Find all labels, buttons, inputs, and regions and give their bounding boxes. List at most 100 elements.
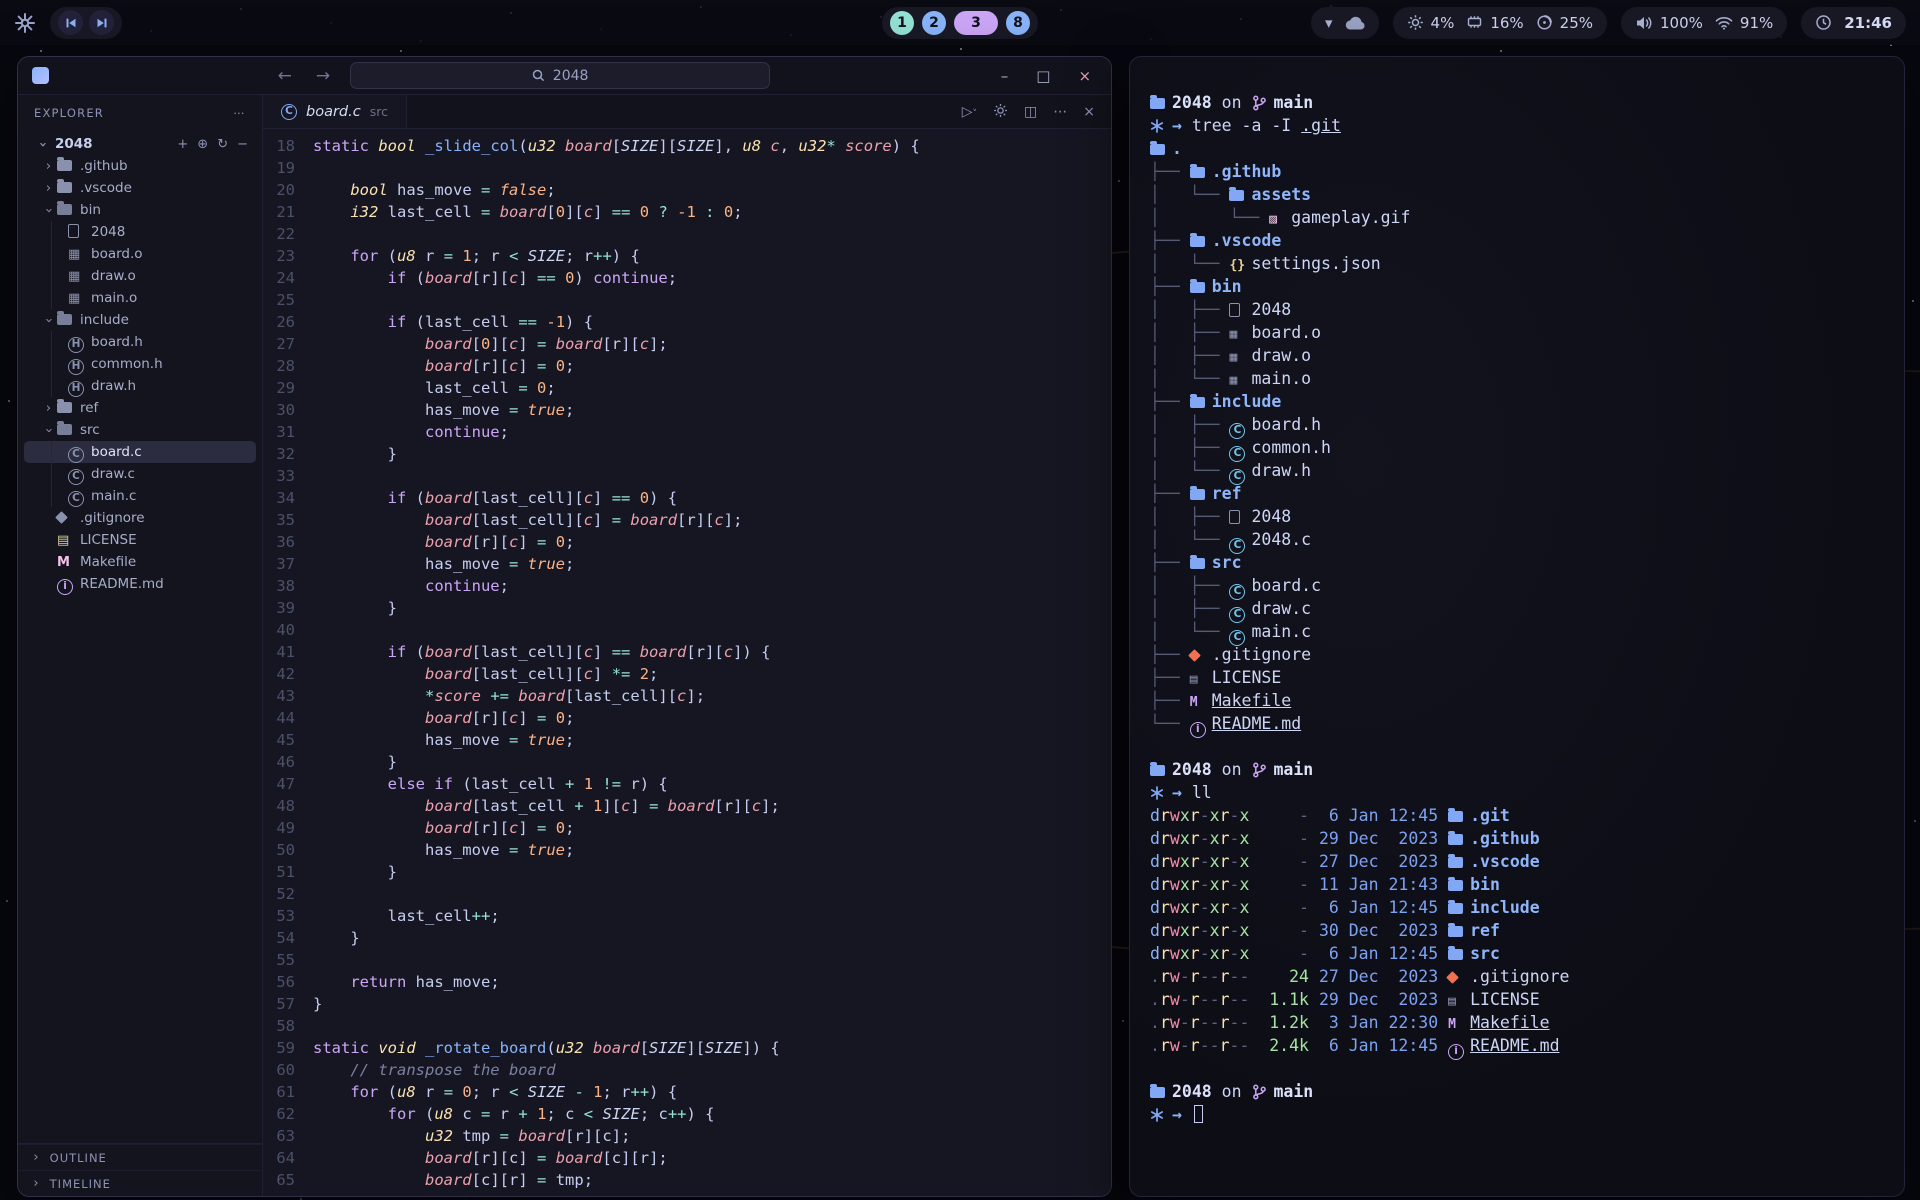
more-actions-icon[interactable]: ⋯ (1053, 104, 1067, 120)
media-previous-icon[interactable] (58, 10, 83, 35)
sidebar-item-board.c[interactable]: Cboard.c (24, 441, 256, 463)
sidebar-item-ref[interactable]: ›ref (24, 397, 256, 419)
binary-icon: ▦ (1229, 321, 1251, 346)
wifi-value: 91% (1740, 14, 1773, 32)
refresh-icon[interactable]: ↻ (217, 137, 228, 152)
sidebar-item-common.h[interactable]: Hcommon.h (24, 353, 256, 375)
wifi-icon (1715, 16, 1733, 30)
ls-entry: drwxr-xr-x - 29 Dec 2023 .github (1150, 827, 1888, 850)
close-button[interactable]: × (1072, 67, 1097, 85)
snowflake-icon (1150, 781, 1172, 804)
split-editor-icon[interactable]: ◫ (1024, 104, 1037, 120)
outline-section[interactable]: › OUTLINE (18, 1144, 262, 1170)
folder-icon (1448, 804, 1470, 827)
clock-widget[interactable]: 21:46 (1801, 7, 1906, 39)
volume-control[interactable]: 100% (1635, 14, 1703, 32)
tree-entry: │ └── {}settings.json (1150, 252, 1888, 275)
explorer-tree: ›2048+⊕↻−›.github›.vscode›bin2048▦board.… (18, 131, 262, 1143)
sidebar-item-label: 2048 (91, 224, 125, 240)
sidebar-item-Makefile[interactable]: ›MMakefile (24, 551, 256, 573)
readme-icon: i (57, 574, 76, 595)
memory-stat[interactable]: 16% (1466, 14, 1523, 32)
chevron-icon: › (40, 181, 57, 196)
ls-entry: .rw-r--r-- 24 27 Dec 2023 .gitignore (1150, 965, 1888, 988)
sidebar-item-.vscode[interactable]: ›.vscode (24, 177, 256, 199)
code-line: 63 u32 tmp = board[r][c]; (263, 1125, 1111, 1147)
workspace-1[interactable]: 1 (890, 11, 914, 35)
code-area[interactable]: 18static bool _slide_col(u32 board[SIZE]… (263, 129, 1111, 1196)
folder-icon (57, 158, 76, 174)
run-icon[interactable]: ▷˅ (962, 104, 977, 120)
settings-gear-icon[interactable] (993, 103, 1008, 120)
file-icon (1229, 505, 1251, 528)
workspace-2[interactable]: 2 (922, 11, 946, 35)
sidebar-item-LICENSE[interactable]: ›▤LICENSE (24, 529, 256, 551)
tab-board-c[interactable]: C board.c src (263, 95, 407, 128)
tree-entry: ├── src (1150, 551, 1888, 574)
code-line: 22 (263, 223, 1111, 245)
new-folder-icon[interactable]: ⊕ (197, 137, 208, 152)
disk-stat[interactable]: 25% (1536, 14, 1593, 32)
terminal-window[interactable]: 2048 on main→ tree -a -I .git.├── .githu… (1129, 56, 1905, 1197)
nav-forward-icon[interactable]: → (312, 66, 334, 86)
workspace-3[interactable]: 3 (954, 11, 998, 35)
code-line: 30 has_move = true; (263, 399, 1111, 421)
code-line: 37 has_move = true; (263, 553, 1111, 575)
more-actions-icon[interactable]: ⋯ (233, 106, 246, 120)
maximize-button[interactable]: □ (1030, 67, 1056, 85)
code-line: 27 board[0][c] = board[r][c]; (263, 333, 1111, 355)
sidebar-item-draw.h[interactable]: Hdraw.h (24, 375, 256, 397)
tree-entry: └── iREADME.md (1150, 712, 1888, 735)
code-line: 50 has_move = true; (263, 839, 1111, 861)
cpu-icon (1407, 14, 1424, 31)
system-stats: 4% 16% 25% (1393, 7, 1607, 39)
book-icon: ▤ (1190, 666, 1212, 691)
sidebar-item-label: board.o (91, 246, 143, 262)
sidebar-item-label: draw.o (91, 268, 136, 284)
workspace-8[interactable]: 8 (1006, 11, 1030, 35)
new-file-icon[interactable]: + (177, 137, 188, 152)
git-icon (1448, 965, 1470, 988)
disk-value: 25% (1560, 14, 1593, 32)
command-center-search[interactable]: 2048 (350, 62, 770, 89)
sidebar-item-.github[interactable]: ›.github (24, 155, 256, 177)
folder-icon (1448, 942, 1470, 965)
sidebar-item-main.o[interactable]: ▦main.o (24, 287, 256, 309)
gear-flower-icon[interactable] (14, 12, 36, 34)
sidebar-item-label: draw.h (91, 378, 136, 394)
folder-open-icon (57, 202, 76, 218)
code-line: 42 board[last_cell][c] *= 2; (263, 663, 1111, 685)
caret-down-icon: ▾ (1325, 14, 1333, 32)
sidebar-item-README.md[interactable]: ›iREADME.md (24, 573, 256, 595)
sidebar-item-board.o[interactable]: ▦board.o (24, 243, 256, 265)
sidebar-item-src[interactable]: ›src (24, 419, 256, 441)
close-editor-icon[interactable]: × (1083, 104, 1095, 120)
clock-icon (1815, 14, 1832, 31)
cpu-stat[interactable]: 4% (1407, 14, 1455, 32)
wifi-status[interactable]: 91% (1715, 14, 1773, 32)
clock-time: 21:46 (1844, 14, 1892, 32)
code-line: 33 (263, 465, 1111, 487)
memory-value: 16% (1490, 14, 1523, 32)
sidebar-item-draw.o[interactable]: ▦draw.o (24, 265, 256, 287)
sidebar-item-include[interactable]: ›include (24, 309, 256, 331)
editor-titlebar[interactable]: ← → 2048 – □ × (18, 57, 1111, 95)
collapse-all-icon[interactable]: − (237, 137, 248, 152)
sidebar-item-bin[interactable]: ›bin (24, 199, 256, 221)
tree-entry: ├── .vscode (1150, 229, 1888, 252)
sidebar-item-board.h[interactable]: Hboard.h (24, 331, 256, 353)
code-line: 54 } (263, 927, 1111, 949)
timeline-section[interactable]: › TIMELINE (18, 1170, 262, 1196)
sidebar-item-draw.c[interactable]: Cdraw.c (24, 463, 256, 485)
weather-widget[interactable]: ▾ (1311, 7, 1379, 39)
minimize-button[interactable]: – (995, 67, 1015, 85)
command-line: → tree -a -I .git (1150, 114, 1888, 137)
media-next-icon[interactable] (89, 10, 114, 35)
sidebar-item-2048[interactable]: ›2048+⊕↻− (24, 133, 256, 155)
sidebar-item-2048[interactable]: 2048 (24, 221, 256, 243)
sidebar-item-main.c[interactable]: Cmain.c (24, 485, 256, 507)
ls-entry: drwxr-xr-x - 30 Dec 2023 ref (1150, 919, 1888, 942)
terminal-cursor (1194, 1105, 1203, 1123)
nav-back-icon[interactable]: ← (274, 66, 296, 86)
sidebar-item-.gitignore[interactable]: ›.gitignore (24, 507, 256, 529)
